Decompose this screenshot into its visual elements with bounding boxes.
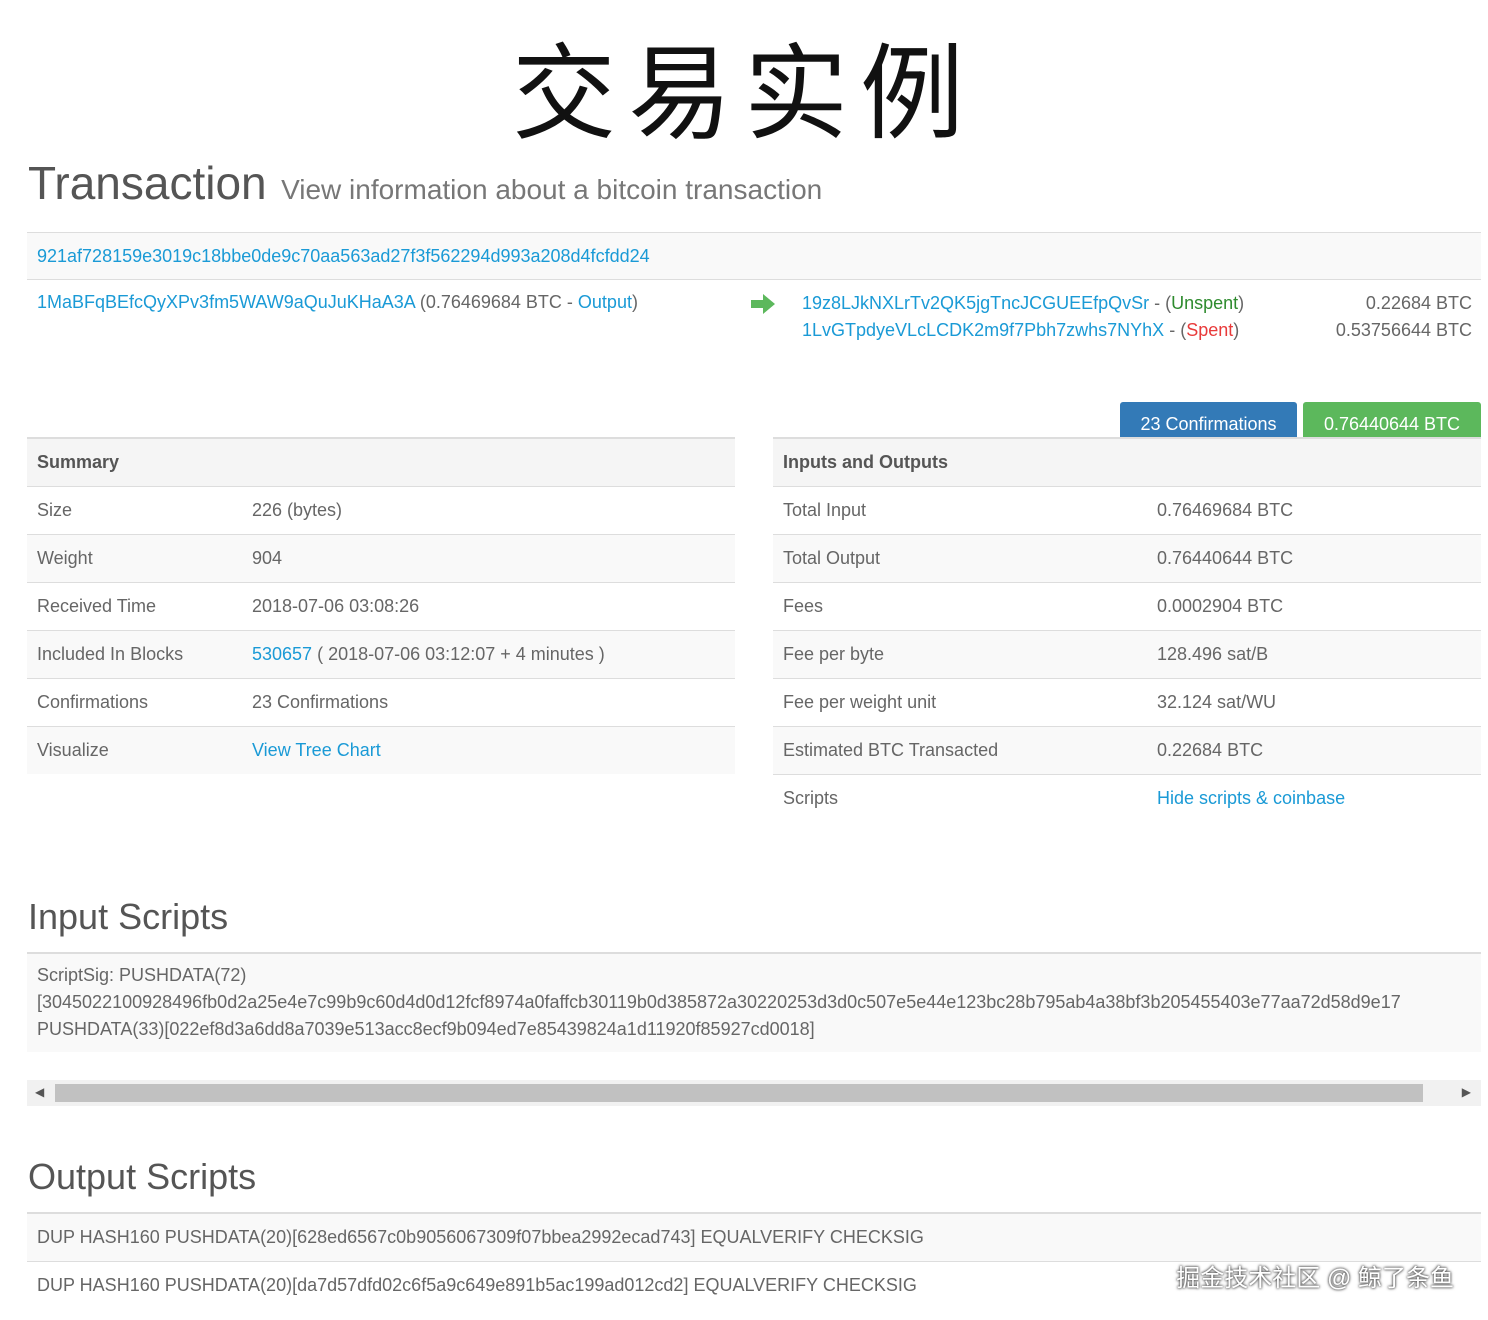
input-amount: (0.76469684 BTC - bbox=[419, 292, 578, 312]
tx-hash-row: 921af728159e3019c18bbe0de9c70aa563ad27f3… bbox=[27, 232, 1481, 280]
output-close: ) bbox=[1233, 320, 1240, 340]
output-sep: - ( bbox=[1164, 320, 1187, 340]
received-time-value: 2018-07-06 03:08:26 bbox=[242, 582, 735, 631]
inputs-outputs-table: Inputs and Outputs Total Input 0.7646968… bbox=[773, 437, 1481, 822]
estimated-btc-label: Estimated BTC Transacted bbox=[773, 726, 1147, 775]
input-suffix: ) bbox=[631, 292, 638, 312]
output-status-spent: Spent bbox=[1186, 320, 1234, 340]
page-header: Transaction View information about a bit… bbox=[28, 156, 822, 210]
script-sig-line: ScriptSig: PUSHDATA(72) bbox=[37, 965, 247, 985]
input-scripts-title: Input Scripts bbox=[28, 896, 229, 937]
output-row: 1LvGTpdyeVLcLCDK2m9f7Pbh7zwhs7NYhX - (Sp… bbox=[802, 319, 1472, 346]
output-scripts-title: Output Scripts bbox=[28, 1156, 257, 1197]
script-pubkey-data: PUSHDATA(33)[022ef8d3a6dd8a7039e513acc8e… bbox=[37, 1019, 815, 1039]
hide-scripts-link[interactable]: Hide scripts & coinbase bbox=[1157, 788, 1345, 808]
scroll-left-icon[interactable]: ◀ bbox=[35, 1085, 44, 1099]
included-blocks-value: 530657 ( 2018-07-06 03:12:07 + 4 minutes… bbox=[242, 630, 735, 679]
scripts-value: Hide scripts & coinbase bbox=[1147, 774, 1481, 822]
visualize-value: View Tree Chart bbox=[242, 726, 735, 774]
total-input-value: 0.76469684 BTC bbox=[1147, 486, 1481, 535]
total-input-label: Total Input bbox=[773, 486, 1147, 535]
fee-per-wu-label: Fee per weight unit bbox=[773, 678, 1147, 727]
fees-label: Fees bbox=[773, 582, 1147, 631]
output-address-link[interactable]: 1LvGTpdyeVLcLCDK2m9f7Pbh7zwhs7NYhX bbox=[802, 320, 1164, 340]
transaction-box: 921af728159e3019c18bbe0de9c70aa563ad27f3… bbox=[27, 232, 1481, 446]
block-link[interactable]: 530657 bbox=[252, 644, 312, 664]
visualize-label: Visualize bbox=[27, 726, 242, 774]
input-address-link[interactable]: 1MaBFqBEfcQyXPv3fm5WAW9aQuJuKHaA3A bbox=[37, 292, 415, 312]
scripts-label: Scripts bbox=[773, 774, 1147, 822]
fee-per-byte-value: 128.496 sat/B bbox=[1147, 630, 1481, 679]
arrow-right-icon bbox=[751, 294, 775, 314]
page-title: Transaction bbox=[28, 157, 267, 209]
tx-input: 1MaBFqBEfcQyXPv3fm5WAW9aQuJuKHaA3A (0.76… bbox=[37, 292, 638, 313]
output-status-unspent: Unspent bbox=[1171, 293, 1239, 313]
tx-outputs: 19z8LJkNXLrTv2QK5jgTncJCGUEEfpQvSr - (Un… bbox=[802, 292, 1472, 346]
output-close: ) bbox=[1238, 293, 1245, 313]
output-script-row: DUP HASH160 PUSHDATA(20)[628ed6567c0b905… bbox=[27, 1212, 1481, 1261]
fees-value: 0.0002904 BTC bbox=[1147, 582, 1481, 631]
banner-title: 交易实例 bbox=[511, 33, 976, 155]
summary-table: Summary Size 226 (bytes) Weight 904 Rece… bbox=[27, 437, 735, 774]
io-heading: Inputs and Outputs bbox=[773, 437, 1481, 487]
included-blocks-label: Included In Blocks bbox=[27, 630, 242, 679]
output-row: 19z8LJkNXLrTv2QK5jgTncJCGUEEfpQvSr - (Un… bbox=[802, 292, 1472, 319]
block-detail: ( 2018-07-06 03:12:07 + 4 minutes ) bbox=[317, 644, 605, 664]
tx-hash-link[interactable]: 921af728159e3019c18bbe0de9c70aa563ad27f3… bbox=[37, 246, 650, 266]
summary-heading: Summary bbox=[27, 437, 735, 487]
scroll-right-icon[interactable]: ▶ bbox=[1462, 1085, 1471, 1099]
watermark: 掘金技术社区 @ 鲸了条鱼 bbox=[1176, 1265, 1454, 1292]
input-output-link[interactable]: Output bbox=[578, 292, 632, 312]
total-output-value: 0.76440644 BTC bbox=[1147, 534, 1481, 583]
total-output-label: Total Output bbox=[773, 534, 1147, 583]
tx-inputs-outputs: 1MaBFqBEfcQyXPv3fm5WAW9aQuJuKHaA3A (0.76… bbox=[27, 280, 1481, 446]
estimated-btc-value: 0.22684 BTC bbox=[1147, 726, 1481, 775]
page-subtitle: View information about a bitcoin transac… bbox=[281, 174, 823, 205]
size-value: 226 (bytes) bbox=[242, 486, 735, 535]
output-address-link[interactable]: 19z8LJkNXLrTv2QK5jgTncJCGUEEfpQvSr bbox=[802, 293, 1149, 313]
output-amount: 0.53756644 BTC bbox=[1335, 320, 1472, 340]
input-scripts-box: ScriptSig: PUSHDATA(72) [304502210092849… bbox=[27, 952, 1481, 1052]
size-label: Size bbox=[27, 486, 242, 535]
fee-per-wu-value: 32.124 sat/WU bbox=[1147, 678, 1481, 727]
scrollbar-thumb[interactable] bbox=[55, 1084, 1423, 1102]
confirmations-value: 23 Confirmations bbox=[242, 678, 735, 727]
weight-label: Weight bbox=[27, 534, 242, 583]
script-sig-data: [3045022100928496fb0d2a25e4e7c99b9c60d4d… bbox=[37, 992, 1401, 1012]
output-sep: - ( bbox=[1149, 293, 1172, 313]
received-time-label: Received Time bbox=[27, 582, 242, 631]
confirmations-label: Confirmations bbox=[27, 678, 242, 727]
horizontal-scrollbar[interactable]: ◀ ▶ bbox=[27, 1080, 1481, 1106]
fee-per-byte-label: Fee per byte bbox=[773, 630, 1147, 679]
weight-value: 904 bbox=[242, 534, 735, 583]
view-tree-chart-link[interactable]: View Tree Chart bbox=[252, 740, 381, 760]
output-amount: 0.22684 BTC bbox=[1365, 293, 1472, 313]
